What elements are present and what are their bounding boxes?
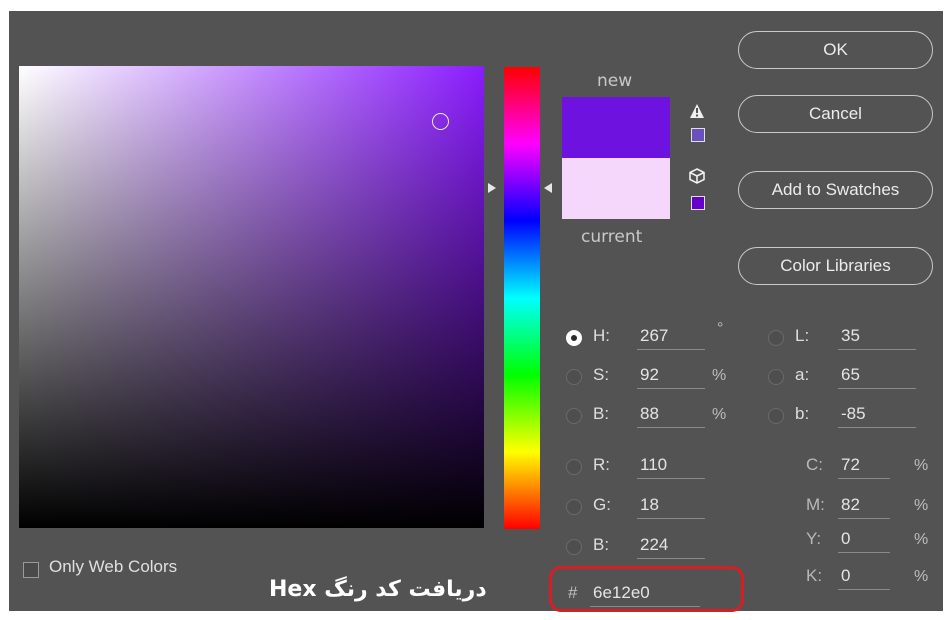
brightness-unit: % [712,406,727,423]
brightness-label: B: [593,404,610,423]
color-picker-ring[interactable] [432,113,449,130]
black-input[interactable]: 0 [838,564,890,590]
red-radio[interactable] [566,459,582,475]
magenta-unit: % [914,497,929,514]
saturation-label: S: [593,365,610,384]
green-radio[interactable] [566,499,582,515]
blue-input[interactable]: 224 [637,533,705,559]
only-web-colors-label: Only Web Colors [49,557,178,576]
only-web-colors-checkbox[interactable] [23,562,39,578]
a-radio[interactable] [768,369,784,385]
red-input[interactable]: 110 [637,453,705,479]
new-label: new [597,71,633,91]
yellow-label: Y: [806,529,822,548]
black-label: K: [806,566,823,585]
b-lab-label: b: [795,404,810,423]
magenta-label: M: [806,495,825,514]
blue-label: B: [593,535,610,554]
green-input[interactable]: 18 [637,493,705,519]
red-label: R: [593,455,610,474]
hue-radio[interactable] [566,330,582,346]
new-color-swatch [562,97,670,158]
a-input[interactable]: 65 [838,363,916,389]
hex-caption: دریافت کد رنگ Hex [269,577,487,602]
b-lab-radio[interactable] [768,408,784,424]
hue-unit: ° [717,320,724,337]
yellow-unit: % [914,531,929,548]
brightness-input[interactable]: 88 [637,402,705,428]
current-color-swatch[interactable] [562,158,670,219]
cube-icon[interactable] [689,168,705,186]
cancel-button[interactable]: Cancel [738,95,933,133]
green-label: G: [593,495,611,514]
cyan-input[interactable]: 72 [838,453,890,479]
lightness-radio[interactable] [768,330,784,346]
web-safe-swatch[interactable] [691,196,705,210]
yellow-input[interactable]: 0 [838,527,890,553]
hue-input[interactable]: 267 [637,324,705,350]
blue-radio[interactable] [566,539,582,555]
color-field[interactable] [19,66,484,528]
brightness-radio[interactable] [566,408,582,424]
hue-slider-right-arrow[interactable] [544,183,552,193]
magenta-input[interactable]: 82 [838,493,890,519]
hex-highlight-box [549,566,744,612]
add-to-swatches-button[interactable]: Add to Swatches [738,171,933,209]
lightness-label: L: [795,326,810,345]
a-label: a: [795,365,810,384]
color-libraries-button[interactable]: Color Libraries [738,247,933,285]
cyan-label: C: [806,455,823,474]
current-label: current [581,227,643,247]
black-unit: % [914,568,929,585]
hue-slider-left-arrow[interactable] [488,183,496,193]
saturation-unit: % [712,367,727,384]
hue-label: H: [593,326,610,345]
color-picker-dialog: new current OK Cancel Add to Swatches Co… [9,11,943,612]
saturation-radio[interactable] [566,369,582,385]
saturation-input[interactable]: 92 [637,363,705,389]
ok-button[interactable]: OK [738,31,933,69]
warning-triangle-icon[interactable] [689,103,705,121]
hue-slider[interactable] [504,67,540,529]
gamut-warning-swatch[interactable] [691,128,705,142]
cyan-unit: % [914,457,929,474]
lightness-input[interactable]: 35 [838,324,916,350]
b-lab-input[interactable]: -85 [838,402,916,428]
